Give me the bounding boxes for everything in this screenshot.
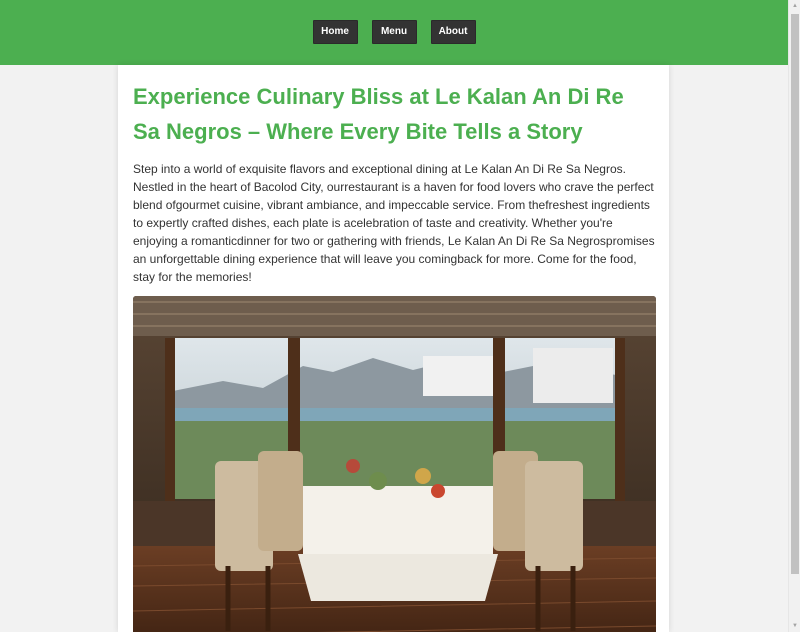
scrollbar-thumb[interactable] [791,14,799,574]
nav-about-button[interactable]: About [430,19,476,44]
content-card: Experience Culinary Bliss at Le Kalan An… [118,65,669,632]
scroll-down-icon[interactable]: ▼ [789,620,800,632]
restaurant-dining-photo [133,296,656,632]
intro-paragraph: Step into a world of exquisite flavors a… [133,162,655,284]
page: Home Menu About Experience Culinary Blis… [0,0,800,632]
top-navigation-bar: Home Menu About [0,0,788,65]
nav-home-button[interactable]: Home [312,19,358,44]
vertical-scrollbar[interactable]: ▲ ▼ [788,0,800,632]
nav-menu-button[interactable]: Menu [371,19,417,44]
scroll-up-icon[interactable]: ▲ [789,0,800,12]
page-title: Experience Culinary Bliss at Le Kalan An… [133,84,624,144]
